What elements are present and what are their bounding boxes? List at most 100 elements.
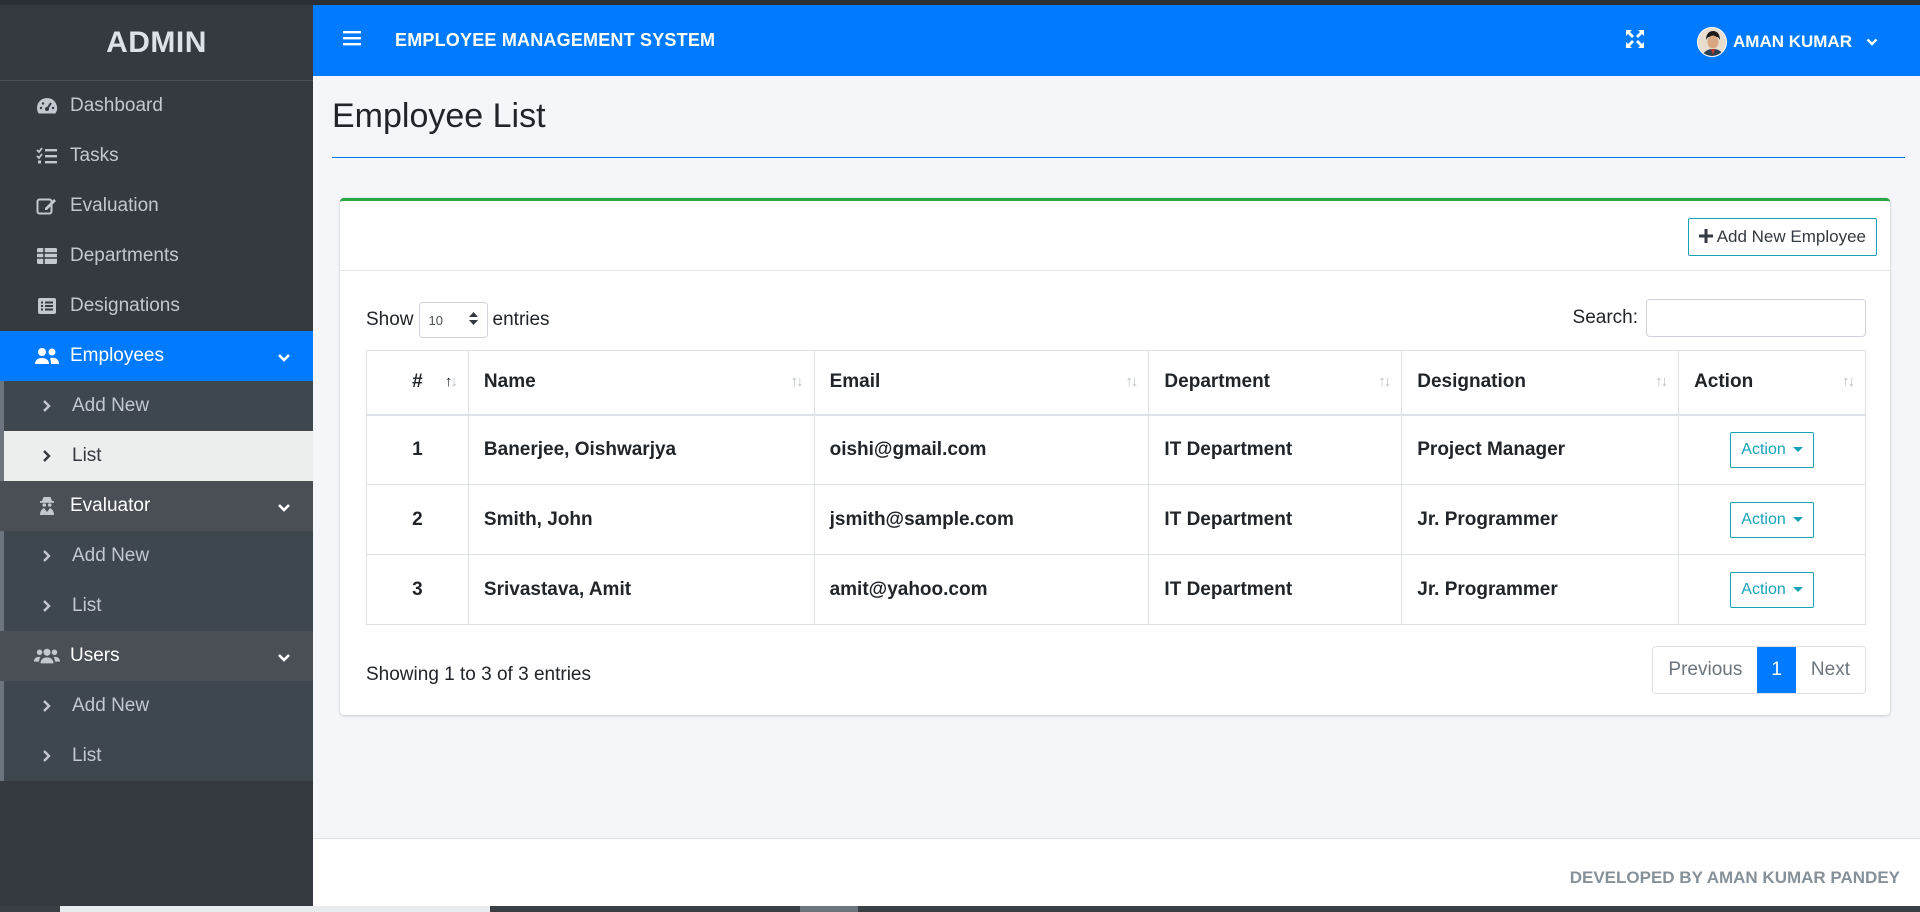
cell-name: Banerjee, Oishwarjya bbox=[467, 414, 815, 485]
hamburger-menu-icon[interactable] bbox=[343, 30, 363, 51]
card-header: Add New Employee bbox=[340, 201, 1890, 271]
sidebar-item-tasks[interactable]: Tasks bbox=[0, 131, 313, 181]
users-icon bbox=[34, 345, 60, 367]
cell-designation: Jr. Programmer bbox=[1401, 484, 1680, 555]
sidebar-item-label: Users bbox=[70, 645, 120, 666]
tasks-icon bbox=[34, 145, 60, 167]
employee-list-card: Add New Employee Show 10 entries Search: bbox=[340, 198, 1890, 715]
cell-email: oishi@gmail.com bbox=[813, 414, 1150, 485]
entries-label: entries bbox=[492, 309, 550, 330]
cell-number: 1 bbox=[366, 414, 469, 485]
sidebar-item-users[interactable]: Users bbox=[0, 631, 313, 681]
cell-action: Action bbox=[1678, 554, 1866, 625]
sidebar-subitem-users-list[interactable]: List bbox=[4, 731, 313, 781]
search-input[interactable] bbox=[1646, 299, 1866, 337]
column-header-department[interactable]: Department ↑↓ bbox=[1148, 350, 1403, 416]
sort-icon: ↑↓ bbox=[1655, 373, 1668, 390]
sidebar-item-label: Add New bbox=[72, 695, 150, 716]
evaluator-submenu: Add New List bbox=[0, 531, 313, 631]
chevron-down-icon bbox=[277, 497, 291, 519]
pagination-previous[interactable]: Previous bbox=[1653, 647, 1757, 693]
users-submenu: Add New List bbox=[0, 681, 313, 781]
tachometer-icon bbox=[34, 95, 60, 117]
cell-name: Smith, John bbox=[467, 484, 815, 555]
search-control: Search: bbox=[1573, 299, 1866, 337]
system-name: EMPLOYEE MANAGEMENT SYSTEM bbox=[395, 30, 716, 50]
cell-email: jsmith@sample.com bbox=[813, 484, 1150, 555]
sidebar-item-dashboard[interactable]: Dashboard bbox=[0, 81, 313, 131]
user-secret-icon bbox=[34, 495, 60, 517]
user-menu[interactable]: AMAN KUMAR bbox=[1697, 27, 1878, 57]
page-length-select[interactable]: 10 bbox=[418, 302, 488, 338]
table-row: 3 Srivastava, Amit amit@yahoo.com IT Dep… bbox=[366, 554, 1866, 625]
action-dropdown-button[interactable]: Action bbox=[1730, 431, 1814, 468]
employees-submenu: Add New List bbox=[0, 381, 313, 481]
sidebar-item-evaluator[interactable]: Evaluator bbox=[0, 481, 313, 531]
sort-updown-icon bbox=[468, 312, 478, 328]
sidebar-item-label: Designations bbox=[70, 295, 180, 316]
add-new-employee-button[interactable]: Add New Employee bbox=[1687, 218, 1877, 256]
chevron-right-icon bbox=[42, 399, 56, 413]
sidebar-item-label: Add New bbox=[72, 545, 150, 566]
cell-number: 2 bbox=[366, 484, 469, 555]
search-label: Search: bbox=[1572, 307, 1638, 328]
cell-designation: Project Manager bbox=[1401, 414, 1680, 485]
list-alt-icon bbox=[34, 295, 60, 317]
footer-credit: DEVELOPED BY AMAN KUMAR PANDEY bbox=[1569, 868, 1900, 887]
title-divider bbox=[332, 157, 1905, 158]
column-header-name[interactable]: Name ↑↓ bbox=[467, 350, 815, 416]
caret-down-icon bbox=[1792, 447, 1803, 453]
sidebar-subitem-employees-list[interactable]: List bbox=[4, 431, 313, 481]
sort-icon: ↑↓ bbox=[1842, 373, 1855, 390]
sort-icon: ↑↓ bbox=[1125, 373, 1138, 390]
chevron-down-icon bbox=[277, 647, 291, 669]
brand-text: ADMIN bbox=[106, 25, 207, 59]
sidebar-item-designations[interactable]: Designations bbox=[0, 281, 313, 331]
table-row: 1 Banerjee, Oishwarjya oishi@gmail.com I… bbox=[366, 414, 1866, 485]
main-content: EMPLOYEE MANAGEMENT SYSTEM AMAN KUMAR Em… bbox=[313, 5, 1920, 906]
taskbar-segment bbox=[60, 906, 490, 912]
cell-designation: Jr. Programmer bbox=[1401, 554, 1680, 625]
cell-email: amit@yahoo.com bbox=[813, 554, 1150, 625]
action-dropdown-button[interactable]: Action bbox=[1730, 501, 1814, 538]
sidebar-subitem-users-add-new[interactable]: Add New bbox=[4, 681, 313, 731]
cell-action: Action bbox=[1678, 484, 1866, 555]
column-header-number[interactable]: # ↑↓ bbox=[366, 350, 469, 416]
user-name: AMAN KUMAR bbox=[1733, 32, 1852, 51]
show-label: Show bbox=[366, 309, 414, 330]
cell-name: Srivastava, Amit bbox=[467, 554, 815, 625]
employee-table: # ↑↓ Name ↑↓ Email ↑↓ Department ↑↓ Designat… bbox=[366, 350, 1866, 625]
taskbar-segment bbox=[800, 906, 858, 912]
pagination: Previous 1 Next bbox=[1652, 646, 1866, 694]
chevron-right-icon bbox=[42, 699, 56, 713]
column-header-action[interactable]: Action ↑↓ bbox=[1678, 350, 1866, 416]
action-dropdown-button[interactable]: Action bbox=[1730, 571, 1814, 608]
sidebar-subitem-employees-add-new[interactable]: Add New bbox=[4, 381, 313, 431]
sidebar-item-label: Evaluation bbox=[70, 195, 159, 216]
fullscreen-icon[interactable] bbox=[1625, 29, 1645, 54]
users-cog-icon bbox=[34, 645, 60, 667]
sidebar-subitem-evaluator-add-new[interactable]: Add New bbox=[4, 531, 313, 581]
window-bottom-strip bbox=[0, 906, 1920, 912]
pagination-next[interactable]: Next bbox=[1796, 647, 1865, 693]
chevron-right-icon bbox=[42, 749, 56, 763]
pagination-page-current[interactable]: 1 bbox=[1757, 647, 1796, 693]
chevron-right-icon bbox=[42, 549, 56, 563]
sidebar-item-employees[interactable]: Employees bbox=[0, 331, 313, 381]
chevron-down-icon bbox=[277, 347, 291, 369]
sort-ascending-icon: ↑↓ bbox=[444, 373, 458, 390]
cell-department: IT Department bbox=[1148, 414, 1403, 485]
table-icon bbox=[34, 245, 60, 267]
column-header-email[interactable]: Email ↑↓ bbox=[813, 350, 1150, 416]
brand-link[interactable]: ADMIN bbox=[0, 5, 313, 81]
sidebar-item-label: List bbox=[72, 745, 102, 766]
sidebar-item-label: List bbox=[72, 595, 102, 616]
sidebar-item-label: Tasks bbox=[70, 145, 119, 166]
sidebar-item-departments[interactable]: Departments bbox=[0, 231, 313, 281]
sidebar-item-evaluation[interactable]: Evaluation bbox=[0, 181, 313, 231]
sidebar-item-label: Evaluator bbox=[70, 495, 151, 516]
sidebar-item-label: Dashboard bbox=[70, 95, 163, 116]
sidebar-subitem-evaluator-list[interactable]: List bbox=[4, 581, 313, 631]
column-header-designation[interactable]: Designation ↑↓ bbox=[1401, 350, 1680, 416]
page-length-value: 10 bbox=[428, 312, 443, 328]
